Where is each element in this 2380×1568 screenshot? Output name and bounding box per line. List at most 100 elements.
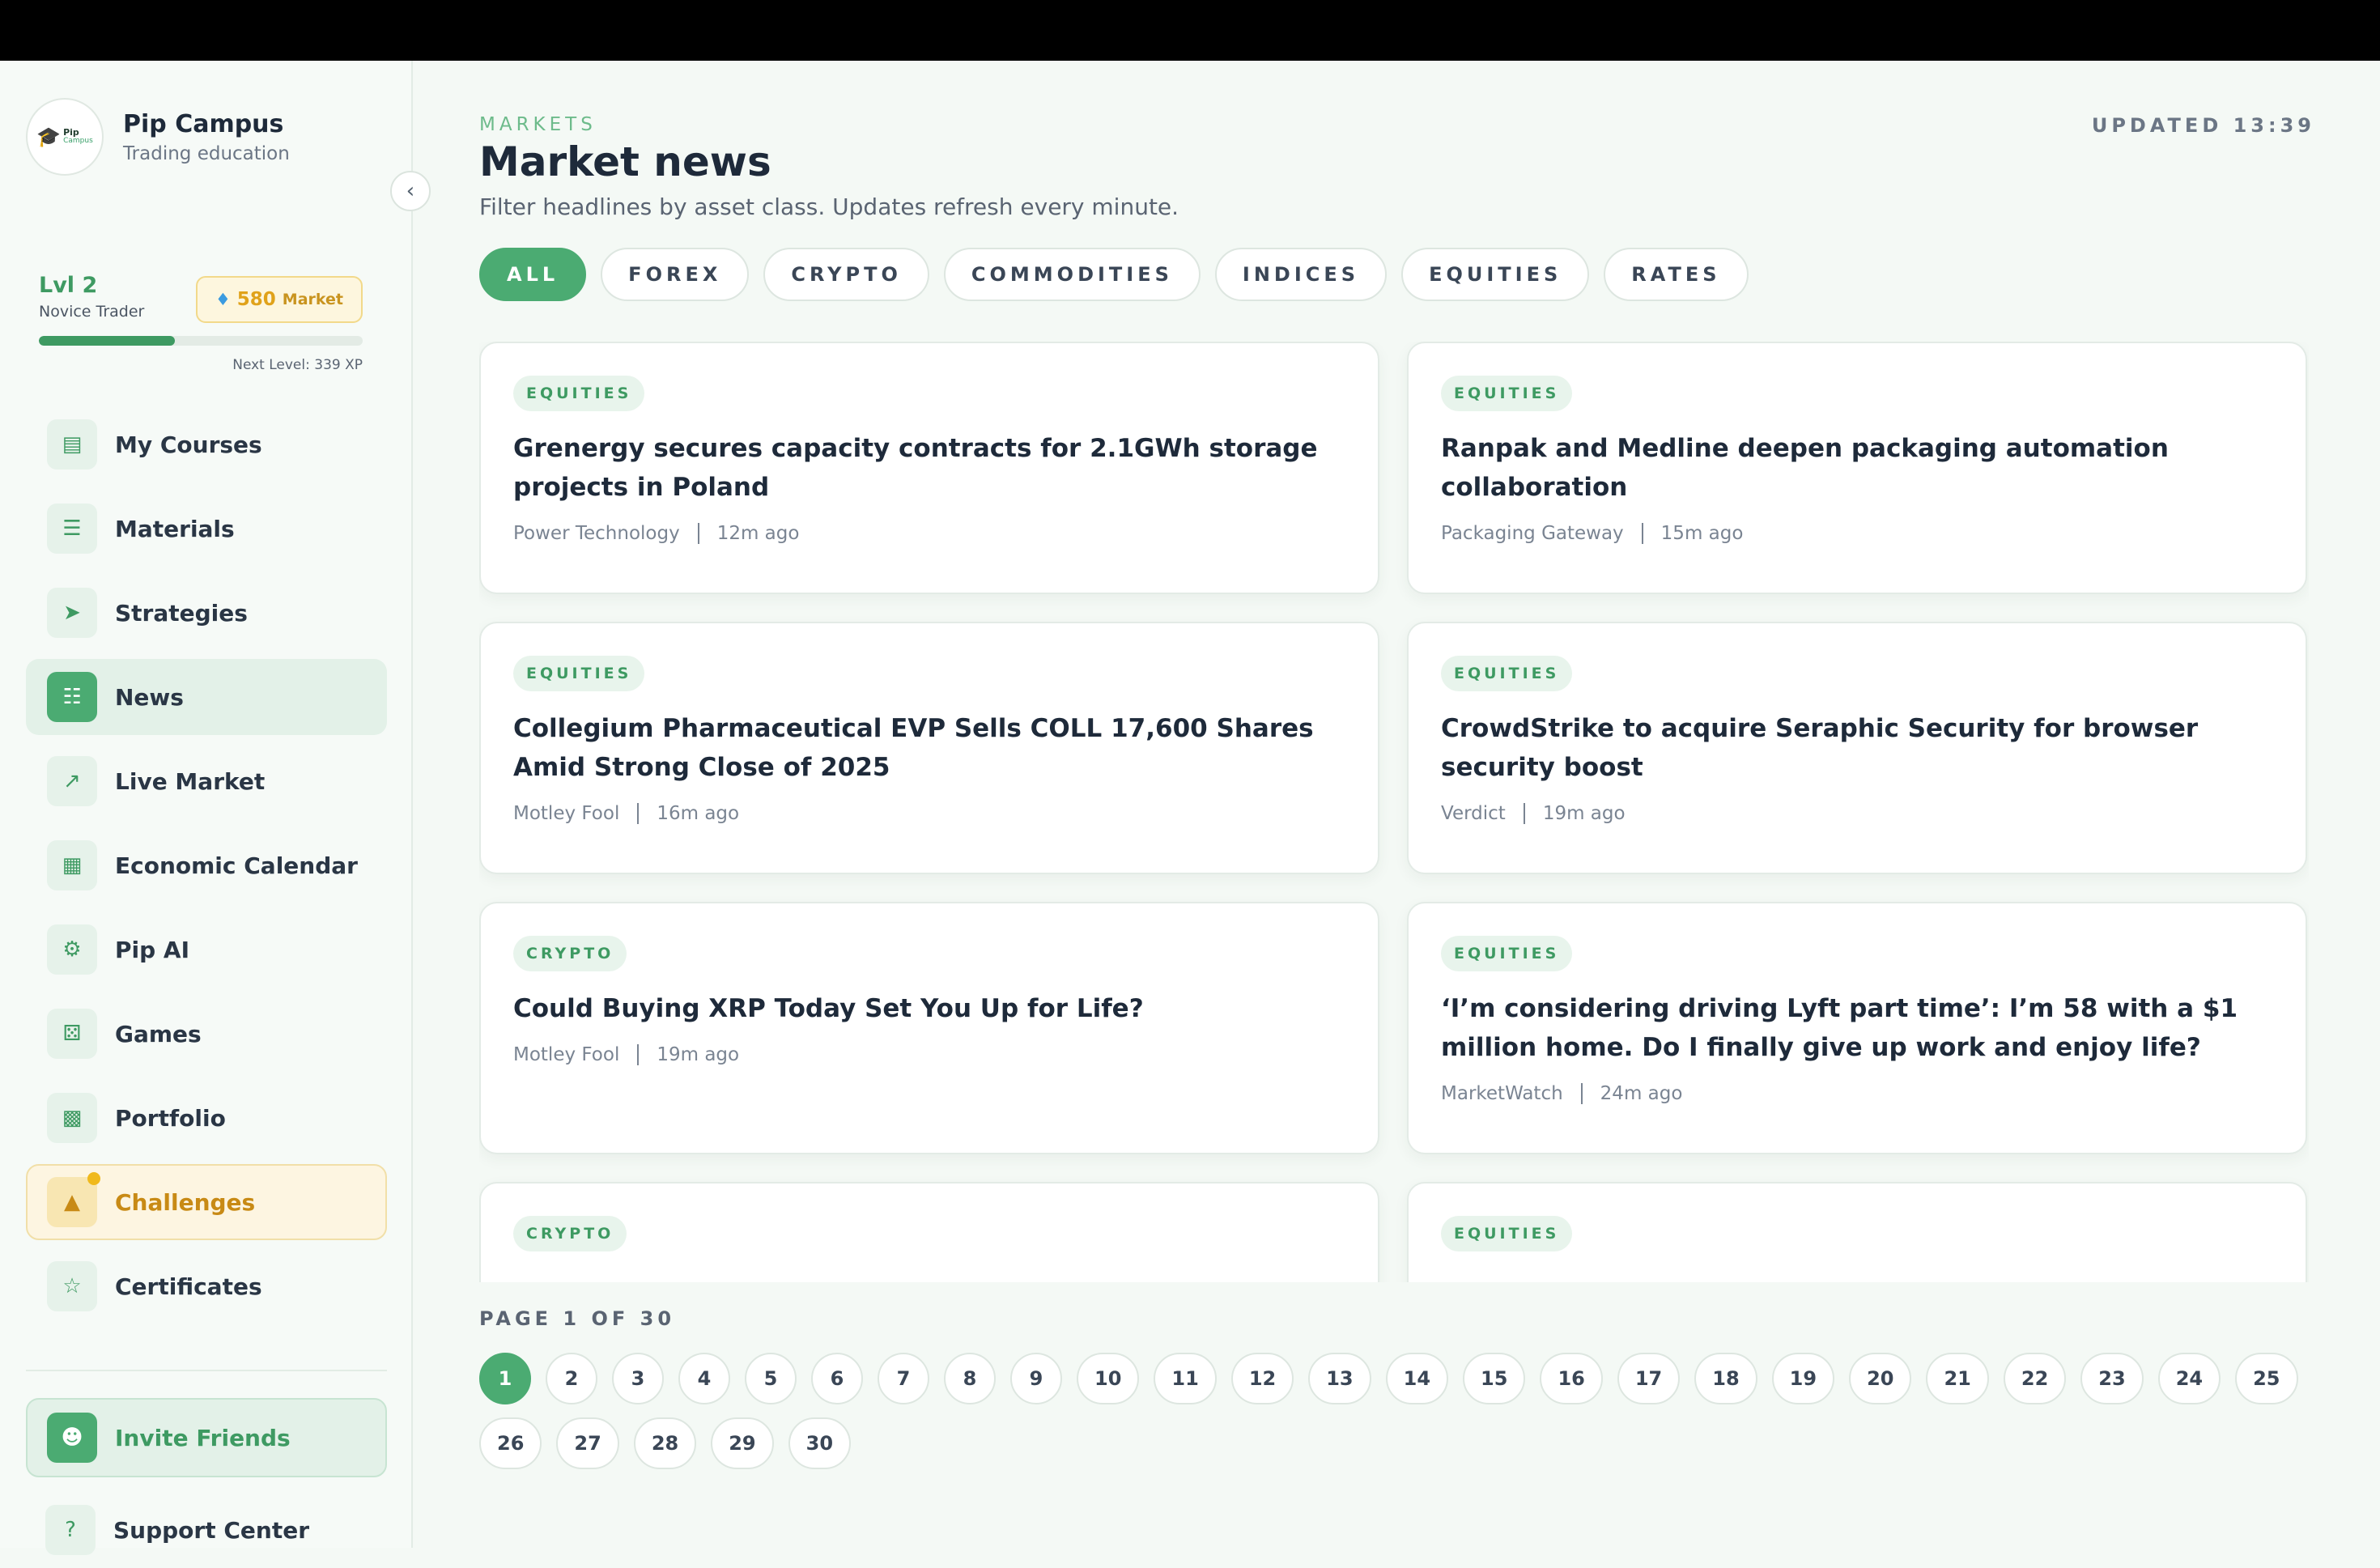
collapse-sidebar-button[interactable]: ‹ xyxy=(390,171,431,211)
nav-item-pip-ai[interactable]: ⚙ Pip AI xyxy=(26,911,387,988)
filter-indices[interactable]: INDICES xyxy=(1214,248,1388,301)
page-button-5[interactable]: 5 xyxy=(745,1353,797,1404)
invite-friends-button[interactable]: ☻ Invite Friends xyxy=(26,1398,387,1477)
news-card[interactable]: CRYPTO xyxy=(479,1182,1379,1282)
news-time: 19m ago xyxy=(657,1044,740,1065)
brand[interactable]: 🎓 Pip Campus Pip Campus Trading education xyxy=(26,98,290,176)
page-button-26[interactable]: 26 xyxy=(479,1417,542,1469)
page-button-20[interactable]: 20 xyxy=(1849,1353,1912,1404)
page-button-4[interactable]: 4 xyxy=(678,1353,730,1404)
page-button-1[interactable]: 1 xyxy=(479,1353,531,1404)
filter-all[interactable]: ALL xyxy=(479,248,587,301)
page-button-28[interactable]: 28 xyxy=(633,1417,697,1469)
news-card[interactable]: EQUITIES Collegium Pharmaceutical EVP Se… xyxy=(479,622,1379,874)
news-source: Packaging Gateway xyxy=(1441,523,1624,544)
pagination: 1 2 3 4 5 6 7 8 9 10 11 12 13 14 15 16 17 18 19 20 21 22 23 24 2… xyxy=(479,1353,2325,1469)
nav-item-certificates[interactable]: ☆ Certificates xyxy=(26,1248,387,1324)
cursor-icon: ➤ xyxy=(47,588,97,638)
page-button-11[interactable]: 11 xyxy=(1154,1353,1217,1404)
next-level-text: Next Level: 339 XP xyxy=(232,357,363,373)
page-button-25[interactable]: 25 xyxy=(2235,1353,2298,1404)
chart-icon: ↗ xyxy=(47,756,97,806)
nav-item-my-courses[interactable]: ▤ My Courses xyxy=(26,406,387,482)
filter-rates[interactable]: RATES xyxy=(1604,248,1749,301)
nav-item-games[interactable]: ⚄ Games xyxy=(26,996,387,1072)
nav-item-portfolio[interactable]: ▩ Portfolio xyxy=(26,1080,387,1156)
page-button-16[interactable]: 16 xyxy=(1540,1353,1603,1404)
asset-class-filters: ALL FOREX CRYPTO COMMODITIES INDICES EQU… xyxy=(479,248,1749,301)
news-card[interactable]: EQUITIES CrowdStrike to acquire Seraphic… xyxy=(1407,622,2307,874)
filter-equities[interactable]: EQUITIES xyxy=(1401,248,1590,301)
news-headline[interactable]: ‘I’m considering driving Lyft part time’… xyxy=(1441,989,2273,1067)
nav-item-live-market[interactable]: ↗ Live Market xyxy=(26,743,387,819)
level-panel: Lvl 2 Novice Trader ♦ 580 Market Next Le… xyxy=(39,273,363,373)
page-button-13[interactable]: 13 xyxy=(1308,1353,1371,1404)
nav-divider xyxy=(26,1370,387,1371)
news-source: Motley Fool xyxy=(513,803,620,824)
news-card[interactable]: EQUITIES Grenergy secures capacity contr… xyxy=(479,342,1379,594)
page-button-27[interactable]: 27 xyxy=(556,1417,619,1469)
page-subtitle: Filter headlines by asset class. Updates… xyxy=(479,193,1179,220)
news-headline[interactable]: Ranpak and Medline deepen packaging auto… xyxy=(1441,429,2273,507)
xp-progress-bar xyxy=(39,336,363,346)
filter-crypto[interactable]: CRYPTO xyxy=(763,248,929,301)
page-button-19[interactable]: 19 xyxy=(1771,1353,1835,1404)
page-button-18[interactable]: 18 xyxy=(1694,1353,1757,1404)
page-button-8[interactable]: 8 xyxy=(944,1353,996,1404)
chevron-left-icon: ‹ xyxy=(406,179,415,203)
gems-count: 580 xyxy=(236,289,276,310)
page-button-2[interactable]: 2 xyxy=(546,1353,597,1404)
filter-commodities[interactable]: COMMODITIES xyxy=(943,248,1201,301)
nav-item-news[interactable]: ☷ News xyxy=(26,659,387,735)
meta-divider xyxy=(1641,523,1643,544)
page-button-14[interactable]: 14 xyxy=(1385,1353,1449,1404)
main-nav: ▤ My Courses ☰ Materials ➤ Strategies ☷ … xyxy=(26,406,387,1332)
page-button-15[interactable]: 15 xyxy=(1463,1353,1526,1404)
news-card[interactable]: EQUITIES xyxy=(1407,1182,2307,1282)
nav-item-challenges[interactable]: ▲ Challenges xyxy=(26,1164,387,1240)
news-time: 19m ago xyxy=(1542,803,1626,824)
page-button-3[interactable]: 3 xyxy=(612,1353,664,1404)
page-button-9[interactable]: 9 xyxy=(1010,1353,1062,1404)
meta-divider xyxy=(637,1044,640,1065)
nav-item-economic-calendar[interactable]: ▦ Economic Calendar xyxy=(26,827,387,903)
page-button-29[interactable]: 29 xyxy=(711,1417,774,1469)
news-headline[interactable]: Could Buying XRP Today Set You Up for Li… xyxy=(513,989,1345,1028)
support-center-link[interactable]: ? Support Center xyxy=(26,1492,387,1568)
browser-top-bar xyxy=(0,0,2380,61)
page-button-22[interactable]: 22 xyxy=(2003,1353,2067,1404)
news-card[interactable]: CRYPTO Could Buying XRP Today Set You Up… xyxy=(479,902,1379,1154)
nav-label: Challenges xyxy=(115,1188,256,1216)
badge-icon: ☆ xyxy=(47,1261,97,1311)
graduation-cap-icon: 🎓 xyxy=(36,125,62,148)
news-headline[interactable]: Grenergy secures capacity contracts for … xyxy=(513,429,1345,507)
robot-icon: ⚙ xyxy=(47,924,97,975)
page-button-6[interactable]: 6 xyxy=(811,1353,863,1404)
news-source: MarketWatch xyxy=(1441,1083,1563,1104)
dice-icon: ⚄ xyxy=(47,1009,97,1059)
page-button-17[interactable]: 17 xyxy=(1617,1353,1681,1404)
nav-label: Economic Calendar xyxy=(115,852,358,879)
news-headline[interactable]: CrowdStrike to acquire Seraphic Security… xyxy=(1441,709,2273,787)
gems-badge[interactable]: ♦ 580 Market xyxy=(195,276,363,323)
news-feed[interactable]: EQUITIES Grenergy secures capacity contr… xyxy=(479,342,2309,1282)
nav-item-strategies[interactable]: ➤ Strategies xyxy=(26,575,387,651)
page-button-30[interactable]: 30 xyxy=(788,1417,852,1469)
nav-label: Pip AI xyxy=(115,936,189,963)
news-card[interactable]: EQUITIES Ranpak and Medline deepen packa… xyxy=(1407,342,2307,594)
page-button-24[interactable]: 24 xyxy=(2157,1353,2221,1404)
page-button-7[interactable]: 7 xyxy=(878,1353,929,1404)
nav-label: Certificates xyxy=(115,1273,262,1300)
page-button-21[interactable]: 21 xyxy=(1926,1353,1989,1404)
news-headline[interactable]: Collegium Pharmaceutical EVP Sells COLL … xyxy=(513,709,1345,787)
news-card[interactable]: EQUITIES ‘I’m considering driving Lyft p… xyxy=(1407,902,2307,1154)
page-button-10[interactable]: 10 xyxy=(1077,1353,1140,1404)
filter-forex[interactable]: FOREX xyxy=(601,248,750,301)
nav-item-materials[interactable]: ☰ Materials xyxy=(26,491,387,567)
users-icon: ☻ xyxy=(47,1413,97,1463)
asset-tag: EQUITIES xyxy=(513,376,645,411)
notification-dot xyxy=(87,1172,100,1185)
page-button-12[interactable]: 12 xyxy=(1230,1353,1294,1404)
page-button-23[interactable]: 23 xyxy=(2080,1353,2144,1404)
calendar-icon: ▦ xyxy=(47,840,97,890)
